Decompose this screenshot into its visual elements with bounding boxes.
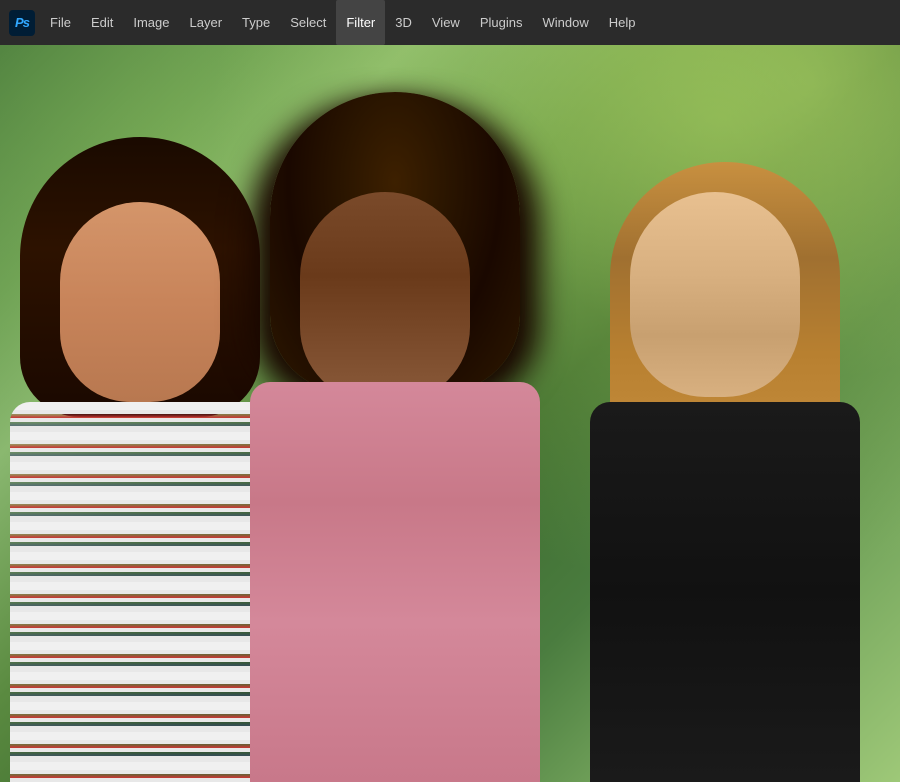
face-left bbox=[60, 202, 220, 402]
person-middle bbox=[230, 62, 570, 782]
menu-item-type[interactable]: Type bbox=[232, 0, 280, 45]
photoshop-logo: Ps bbox=[9, 10, 35, 36]
menu-items-container: FileEditImageLayerTypeSelectFilter3DView… bbox=[40, 0, 645, 45]
face-right bbox=[630, 192, 800, 397]
ps-logo: Ps bbox=[4, 0, 40, 45]
menu-item-filter[interactable]: Filter bbox=[336, 0, 385, 45]
menu-item-3d[interactable]: 3D bbox=[385, 0, 422, 45]
menu-item-plugins[interactable]: Plugins bbox=[470, 0, 533, 45]
photo-canvas bbox=[0, 45, 900, 782]
menu-item-file[interactable]: File bbox=[40, 0, 81, 45]
menu-item-view[interactable]: View bbox=[422, 0, 470, 45]
canvas-area bbox=[0, 45, 900, 782]
face-middle bbox=[300, 192, 470, 402]
person-right bbox=[560, 92, 900, 782]
menu-item-layer[interactable]: Layer bbox=[180, 0, 233, 45]
shirt-middle bbox=[250, 382, 540, 782]
menu-item-image[interactable]: Image bbox=[123, 0, 179, 45]
menubar: Ps FileEditImageLayerTypeSelectFilter3DV… bbox=[0, 0, 900, 45]
menu-item-select[interactable]: Select bbox=[280, 0, 336, 45]
shirt-right bbox=[590, 402, 860, 782]
menu-item-help[interactable]: Help bbox=[599, 0, 646, 45]
menu-item-window[interactable]: Window bbox=[532, 0, 598, 45]
menu-item-edit[interactable]: Edit bbox=[81, 0, 123, 45]
